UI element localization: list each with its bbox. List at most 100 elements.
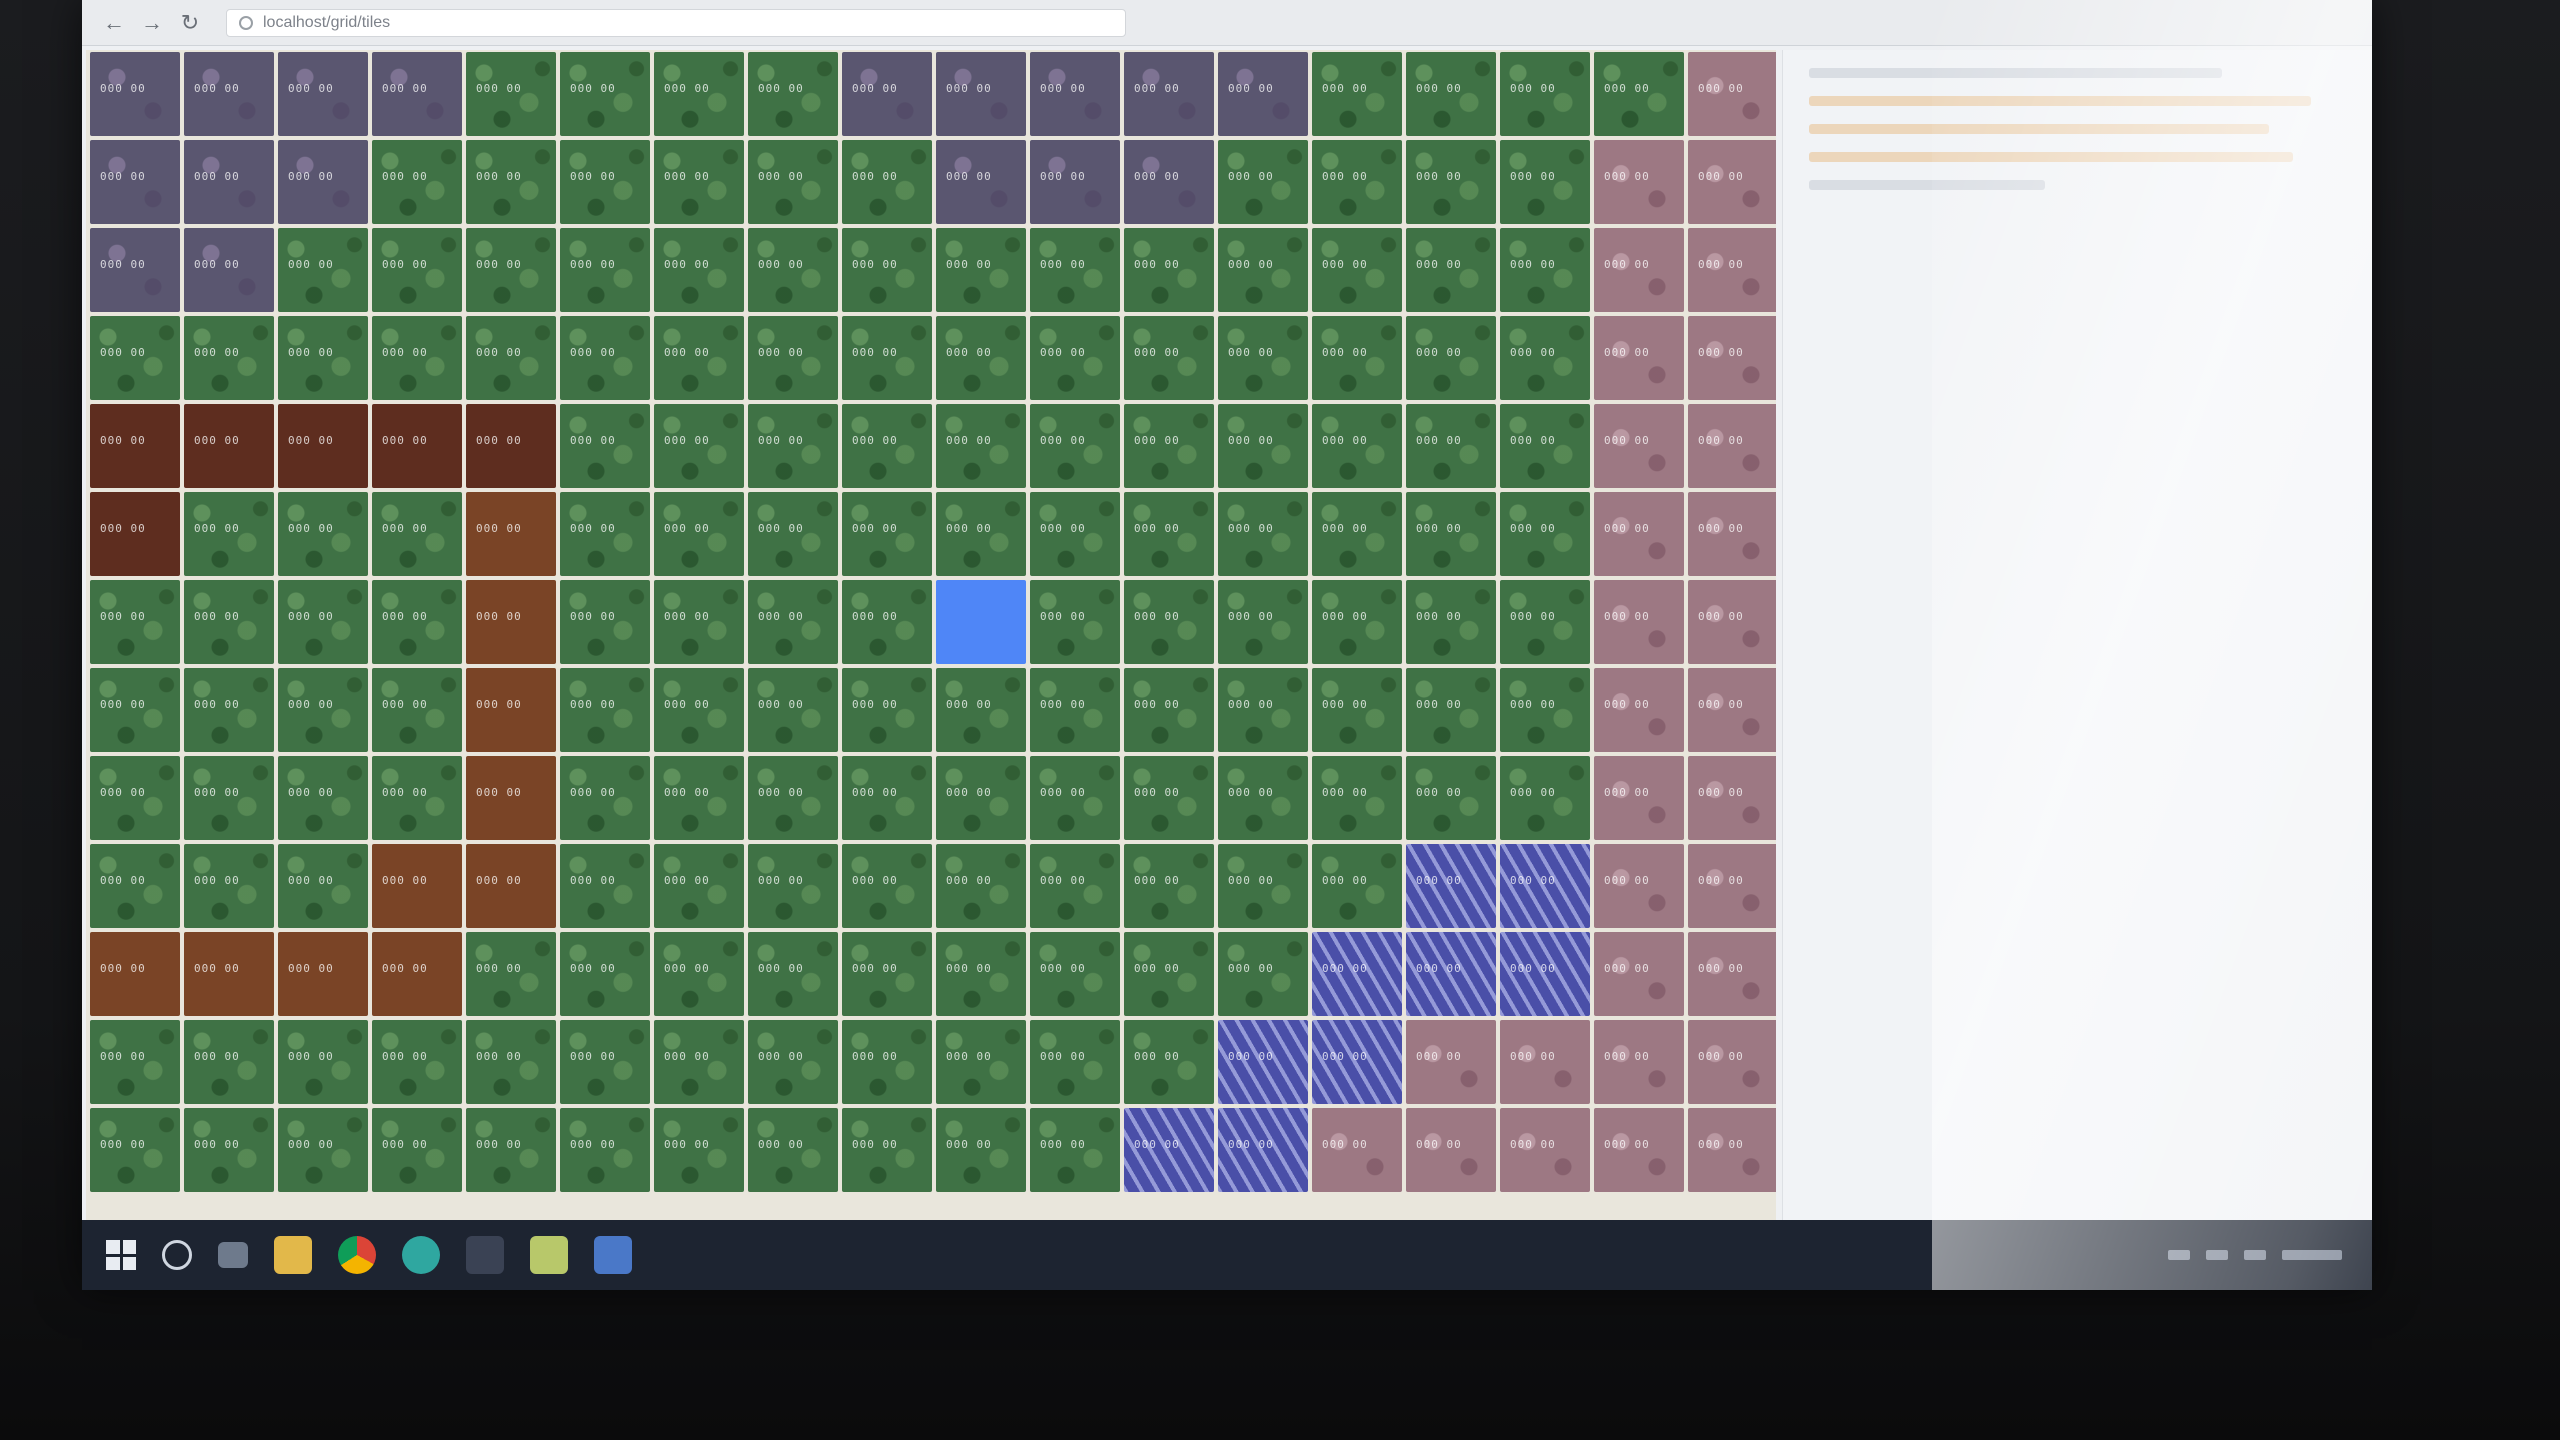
map-tile[interactable]: 000 00 [936,228,1026,312]
map-tile[interactable]: 000 00 [184,844,274,928]
map-tile[interactable]: 000 00 [1406,756,1496,840]
map-tile[interactable]: 000 00 [1594,316,1684,400]
map-tile[interactable]: 000 00 [1218,1020,1308,1104]
map-tile[interactable]: 000 00 [278,1020,368,1104]
map-tile[interactable]: 000 00 [1594,1020,1684,1104]
map-tile[interactable]: 000 00 [184,492,274,576]
tile-map[interactable]: 000 00 000 00 000 00 000 00 000 00 000 00 000 … [86,50,1776,1220]
map-tile[interactable]: 000 00 [560,932,650,1016]
map-tile[interactable]: 000 00 [372,316,462,400]
map-tile[interactable]: 000 00 [1406,932,1496,1016]
map-tile[interactable]: 000 00 [1312,140,1402,224]
map-tile[interactable]: 000 00 [748,668,838,752]
map-tile[interactable]: 000 00 [1124,844,1214,928]
map-tile[interactable]: 000 00 [466,668,556,752]
map-tile[interactable]: 000 00 [936,1108,1026,1192]
map-tile[interactable]: 000 00 [1218,140,1308,224]
map-tile[interactable]: 000 00 [184,316,274,400]
map-tile[interactable]: 000 00 [1500,52,1590,136]
map-tile[interactable]: 000 00 [372,404,462,488]
map-tile[interactable]: 000 00 [466,52,556,136]
map-tile[interactable]: 000 00 [1500,756,1590,840]
map-tile[interactable]: 000 00 [184,140,274,224]
map-tile[interactable]: 000 00 [372,580,462,664]
map-tile[interactable]: 000 00 [1500,1020,1590,1104]
map-tile[interactable]: 000 00 [936,756,1026,840]
map-tile[interactable]: 000 00 [184,1020,274,1104]
map-tile[interactable]: 000 00 [1124,756,1214,840]
map-tile[interactable]: 000 00 [1406,140,1496,224]
map-tile[interactable]: 000 00 [1218,756,1308,840]
map-tile[interactable]: 000 00 [1218,668,1308,752]
map-tile[interactable]: 000 00 [1312,228,1402,312]
map-tile[interactable]: 000 00 [1406,1020,1496,1104]
map-tile[interactable]: 000 00 [748,316,838,400]
map-tile[interactable]: 000 00 [936,52,1026,136]
map-tile[interactable]: 000 00 [1030,844,1120,928]
map-tile[interactable]: 000 00 [1218,52,1308,136]
map-tile[interactable]: 000 00 [278,756,368,840]
map-tile[interactable]: 000 00 [1312,580,1402,664]
map-tile[interactable]: 000 00 [560,1020,650,1104]
map-tile[interactable]: 000 00 [90,316,180,400]
map-tile[interactable]: 000 00 [1030,52,1120,136]
map-tile[interactable]: 000 00 [936,1020,1026,1104]
map-tile[interactable]: 000 00 [90,756,180,840]
map-tile[interactable]: 000 00 [1406,316,1496,400]
map-tile[interactable]: 000 00 [1218,404,1308,488]
map-tile[interactable]: 000 00 [1124,1108,1214,1192]
map-tile[interactable]: 000 00 [748,932,838,1016]
map-tile[interactable]: 000 00 [1500,404,1590,488]
file-explorer-icon[interactable] [274,1236,312,1274]
map-tile[interactable]: 000 00 [184,1108,274,1192]
map-tile[interactable]: 000 00 [1688,932,1776,1016]
map-tile[interactable]: 000 00 [184,580,274,664]
map-tile[interactable]: 000 00 [1030,228,1120,312]
map-tile[interactable]: 000 00 [90,1020,180,1104]
map-tile[interactable]: 000 00 [90,228,180,312]
map-tile[interactable]: 000 00 [748,580,838,664]
map-tile[interactable]: 000 00 [842,404,932,488]
map-tile[interactable]: 000 00 [466,1108,556,1192]
map-tile[interactable]: 000 00 [560,404,650,488]
map-tile[interactable]: 000 00 [372,140,462,224]
map-tile[interactable]: 000 00 [936,140,1026,224]
map-tile[interactable]: 000 00 [1312,1108,1402,1192]
map-tile[interactable]: 000 00 [1688,1020,1776,1104]
map-tile[interactable]: 000 00 [466,228,556,312]
map-tile[interactable]: 000 00 [1688,668,1776,752]
map-tile[interactable]: 000 00 [90,52,180,136]
map-tile[interactable]: 000 00 [1688,1108,1776,1192]
map-tile[interactable]: 000 00 [184,932,274,1016]
map-tile[interactable]: 000 00 [748,492,838,576]
map-tile[interactable]: 000 00 [560,756,650,840]
map-tile[interactable]: 000 00 [936,844,1026,928]
map-tile[interactable]: 000 00 [90,932,180,1016]
map-tile[interactable]: 000 00 [1688,492,1776,576]
map-tile[interactable]: 000 00 [1406,668,1496,752]
map-tile[interactable]: 000 00 [748,1020,838,1104]
search-icon[interactable] [162,1240,192,1270]
map-tile[interactable]: 000 00 [1594,140,1684,224]
map-tile[interactable]: 000 00 [1500,492,1590,576]
map-tile[interactable]: 000 00 [1688,228,1776,312]
map-tile[interactable]: 000 00 [1500,316,1590,400]
map-tile[interactable]: 000 00 [654,580,744,664]
map-tile[interactable]: 000 00 [1124,228,1214,312]
map-tile[interactable]: 000 00 [654,668,744,752]
map-tile[interactable]: 000 00 [1594,52,1684,136]
map-tile[interactable]: 000 00 [560,492,650,576]
map-tile[interactable]: 000 00 [466,756,556,840]
map-tile[interactable]: 000 00 [1312,316,1402,400]
map-tile[interactable]: 000 00 [842,228,932,312]
map-tile[interactable]: 000 00 [1594,844,1684,928]
url-field[interactable]: localhost/grid/tiles [226,8,1126,37]
chrome-icon[interactable] [338,1236,376,1274]
map-tile[interactable]: 000 00 [1030,404,1120,488]
map-tile[interactable]: 000 00 [748,844,838,928]
map-tile[interactable]: 000 00 [1688,140,1776,224]
map-tile[interactable]: 000 00 [1030,580,1120,664]
map-tile[interactable]: 000 00 [748,52,838,136]
map-tile[interactable]: 000 00 [278,844,368,928]
map-tile[interactable]: 000 00 [1312,404,1402,488]
